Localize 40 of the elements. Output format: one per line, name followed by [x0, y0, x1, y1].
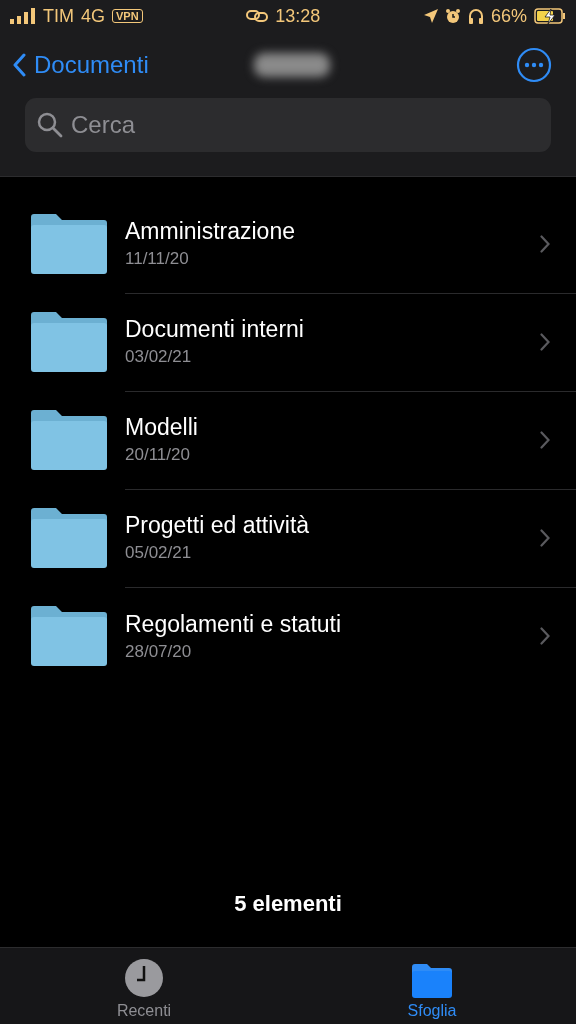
signal-icon	[10, 8, 36, 24]
folder-icon	[31, 214, 107, 274]
more-options-icon[interactable]	[516, 47, 552, 83]
folder-name[interactable]: Amministrazione	[125, 218, 295, 245]
folder-name[interactable]: Modelli	[125, 414, 198, 441]
clock-icon	[124, 958, 164, 998]
battery-charging-icon	[534, 8, 566, 24]
carrier-name: TIM	[43, 5, 74, 27]
clock-time: 13:28	[275, 5, 321, 27]
alarm-icon	[444, 8, 461, 24]
folder-name[interactable]: Regolamenti e statuti	[125, 610, 342, 638]
battery-percent: 66%	[490, 5, 527, 27]
folder-icon	[31, 508, 107, 568]
vpn-badge: VPN	[112, 9, 143, 23]
folder-date: 11/11/20	[125, 249, 190, 269]
location-arrow-icon	[423, 9, 438, 23]
folder-icon	[31, 410, 107, 470]
back-button[interactable]: Documenti	[12, 51, 149, 79]
folder-icon	[31, 606, 107, 666]
headphones-icon	[467, 8, 484, 24]
item-count: 5 elementi	[234, 891, 342, 917]
chevron-right-icon	[540, 332, 550, 351]
network-type: 4G	[81, 5, 105, 27]
folder-date: 05/02/21	[125, 543, 193, 563]
chevron-right-icon	[540, 234, 550, 253]
search-field[interactable]: Cerca	[25, 98, 551, 152]
folder-date: 20/11/20	[125, 445, 191, 465]
tab-button[interactable]: Sfoglia	[288, 948, 576, 1024]
chevron-right-icon	[540, 528, 550, 547]
folder-icon	[412, 964, 452, 998]
folder-icon	[31, 312, 107, 372]
folder-name[interactable]: Documenti interni	[125, 316, 304, 343]
link-icon	[246, 10, 269, 22]
folder-name[interactable]: Progetti ed attività	[125, 512, 310, 539]
chevron-right-icon	[540, 430, 550, 449]
chevron-left-icon	[12, 53, 26, 77]
chevron-right-icon	[540, 627, 550, 645]
folder-date: 03/02/21	[125, 347, 193, 367]
folder-date: 28/07/20	[125, 641, 193, 662]
tab-button[interactable]: Recenti	[0, 948, 288, 1024]
